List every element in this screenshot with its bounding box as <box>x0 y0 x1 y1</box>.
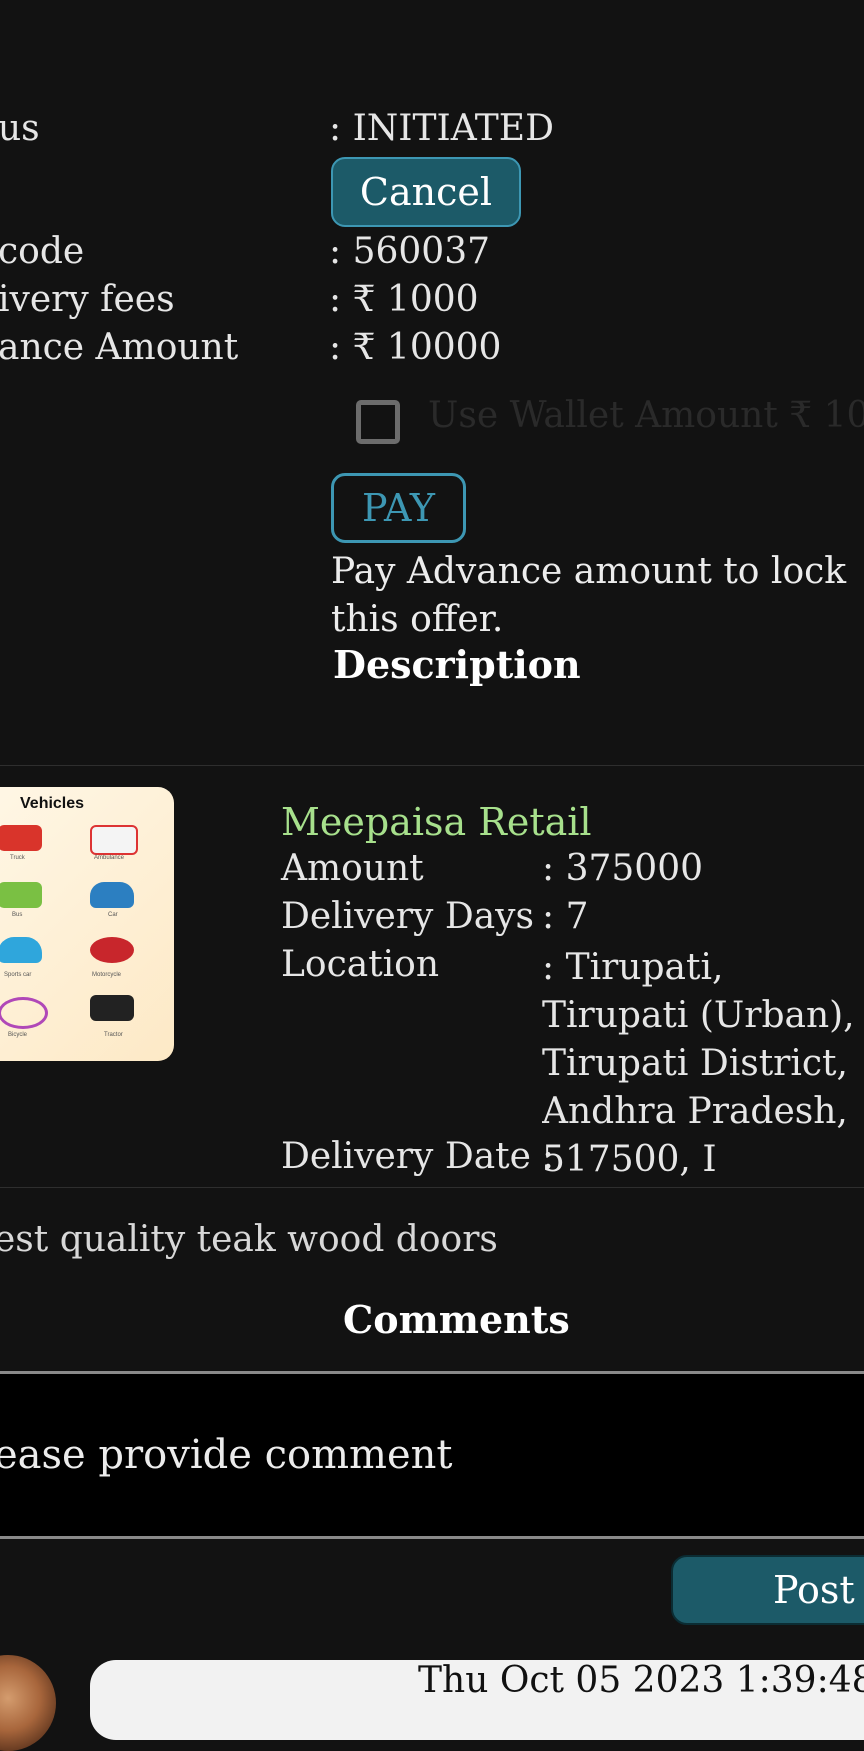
sports-car-icon <box>0 937 42 963</box>
thumbnail-caption: Motorcycle <box>92 972 122 978</box>
bus-icon <box>0 882 42 908</box>
use-wallet-label: Use Wallet Amount ₹ 102 <box>428 395 864 436</box>
thumbnail-caption: Bus <box>12 912 23 918</box>
amount-label: Amount <box>281 848 424 889</box>
delivery-fees-label: ivery fees <box>0 279 175 320</box>
offer-divider <box>0 1187 864 1188</box>
seller-name[interactable]: Meepaisa Retail <box>281 800 592 844</box>
advance-amount-value: : ₹ 10000 <box>329 327 502 368</box>
product-thumbnail: Vehicles Truck Ambulance Bus Car Sports … <box>0 787 174 1061</box>
location-value: : Tirupati, Tirupati (Urban), Tirupati D… <box>542 947 855 1180</box>
avatar <box>0 1655 56 1751</box>
thumbnail-caption: Tractor <box>104 1032 123 1038</box>
comment-timestamp: Thu Oct 05 2023 1:39:48 <box>418 1660 864 1701</box>
thumbnail-caption: Truck <box>10 855 25 861</box>
motorcycle-icon <box>90 937 134 963</box>
amount-value: : 375000 <box>542 848 703 889</box>
use-wallet-checkbox[interactable] <box>356 400 400 444</box>
bicycle-icon <box>0 997 48 1029</box>
pincode-label: code <box>0 231 85 272</box>
comments-heading: Comments <box>343 1297 570 1342</box>
thumbnail-caption: Car <box>108 912 118 918</box>
ambulance-icon <box>90 825 138 855</box>
delivery-date-label: Delivery Date <box>281 1136 531 1177</box>
truck-icon <box>0 825 42 851</box>
status-label: us <box>0 108 40 149</box>
delivery-days-label: Delivery Days <box>281 896 534 937</box>
thumbnail-caption: Sports car <box>4 972 32 978</box>
pincode-value: : 560037 <box>329 231 490 272</box>
advance-amount-label: ance Amount <box>0 327 239 368</box>
thumbnail-title: Vehicles <box>20 795 85 812</box>
description-heading: Description <box>333 642 581 687</box>
tractor-icon <box>90 995 134 1021</box>
thumbnail-caption: Ambulance <box>94 855 125 861</box>
delivery-days-value: : 7 <box>542 896 589 937</box>
location-label: Location <box>281 944 440 985</box>
delivery-date-value: : <box>542 1136 555 1177</box>
cancel-button[interactable]: Cancel <box>331 157 521 227</box>
pay-button[interactable]: PAY <box>331 473 466 543</box>
pay-advance-note: Pay Advance amount to lock this offer. <box>331 551 847 640</box>
car-icon <box>90 882 134 908</box>
delivery-fees-value: : ₹ 1000 <box>329 279 479 320</box>
post-button[interactable]: Post <box>671 1555 864 1625</box>
description-text: est quality teak wood doors <box>0 1219 498 1260</box>
thumbnail-caption: Bicycle <box>8 1032 28 1038</box>
status-value: : INITIATED <box>329 108 554 149</box>
comment-input-placeholder: ease provide comment <box>0 1432 453 1478</box>
section-divider <box>0 765 864 766</box>
